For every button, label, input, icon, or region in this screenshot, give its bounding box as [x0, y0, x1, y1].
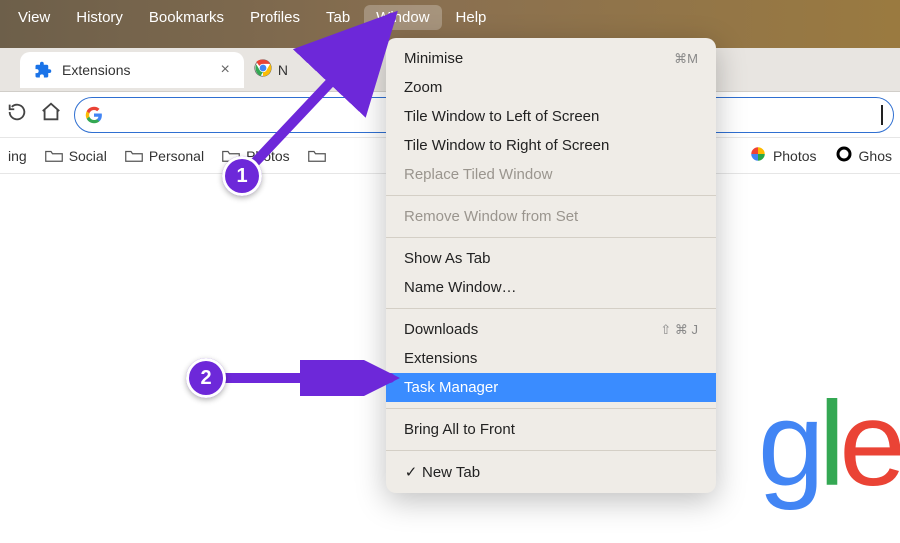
chrome-icon	[254, 59, 272, 80]
google-g-icon	[85, 106, 103, 124]
menu-replace-tiled: Replace Tiled Window	[386, 160, 716, 189]
menu-window[interactable]: Window	[364, 5, 441, 30]
tab-new[interactable]: N	[244, 51, 298, 88]
menu-new-tab[interactable]: ✓New Tab	[386, 457, 716, 487]
menu-separator	[386, 450, 716, 451]
check-icon: ✓	[404, 463, 418, 481]
menu-separator	[386, 308, 716, 309]
tab-label: N	[278, 62, 288, 78]
bookmark-item[interactable]: ing	[8, 148, 27, 164]
bookmark-label: ing	[8, 148, 27, 164]
annotation-badge-1: 1	[222, 156, 262, 196]
menu-history[interactable]: History	[64, 5, 135, 30]
ghostery-icon	[835, 145, 853, 166]
bookmark-folder-personal[interactable]: Personal	[125, 148, 204, 164]
menu-profiles[interactable]: Profiles	[238, 5, 312, 30]
annotation-badge-2: 2	[186, 358, 226, 398]
menu-help[interactable]: Help	[444, 5, 499, 30]
menu-tile-right[interactable]: Tile Window to Right of Screen	[386, 131, 716, 160]
menu-bookmarks[interactable]: Bookmarks	[137, 5, 236, 30]
menu-separator	[386, 408, 716, 409]
menubar: View History Bookmarks Profiles Tab Wind…	[0, 0, 900, 34]
menu-name-window[interactable]: Name Window…	[386, 273, 716, 302]
menu-task-manager[interactable]: Task Manager	[386, 373, 716, 402]
menu-remove-from-set: Remove Window from Set	[386, 202, 716, 231]
close-icon[interactable]: ×	[220, 61, 229, 79]
menu-separator	[386, 195, 716, 196]
menu-downloads[interactable]: Downloads⇧ ⌘ J	[386, 315, 716, 344]
menu-tile-left[interactable]: Tile Window to Left of Screen	[386, 102, 716, 131]
bookmark-ghostery[interactable]: Ghos	[835, 145, 892, 166]
bookmark-label: Personal	[149, 148, 204, 164]
menu-zoom[interactable]: Zoom	[386, 73, 716, 102]
puzzle-icon	[34, 61, 52, 79]
window-menu-dropdown: Minimise⌘M Zoom Tile Window to Left of S…	[386, 38, 716, 493]
menu-separator	[386, 237, 716, 238]
menu-minimise[interactable]: Minimise⌘M	[386, 44, 716, 73]
google-logo-partial: gle	[758, 375, 900, 513]
caret	[881, 105, 883, 125]
bookmark-label: Ghos	[859, 148, 892, 164]
reload-icon[interactable]	[6, 101, 28, 128]
bookmark-folder-truncated[interactable]	[308, 148, 326, 164]
bookmark-label: Photos	[773, 148, 817, 164]
menu-extensions[interactable]: Extensions	[386, 344, 716, 373]
tab-extensions[interactable]: Extensions ×	[20, 52, 244, 88]
menu-show-as-tab[interactable]: Show As Tab	[386, 244, 716, 273]
google-photos-icon	[749, 145, 767, 166]
menu-view[interactable]: View	[6, 5, 62, 30]
tab-label: Extensions	[62, 62, 130, 78]
bookmark-folder-social[interactable]: Social	[45, 148, 107, 164]
menu-bring-all-front[interactable]: Bring All to Front	[386, 415, 716, 444]
bookmark-label: Social	[69, 148, 107, 164]
menu-tab[interactable]: Tab	[314, 5, 362, 30]
home-icon[interactable]	[40, 101, 62, 128]
bookmark-google-photos[interactable]: Photos	[749, 145, 817, 166]
